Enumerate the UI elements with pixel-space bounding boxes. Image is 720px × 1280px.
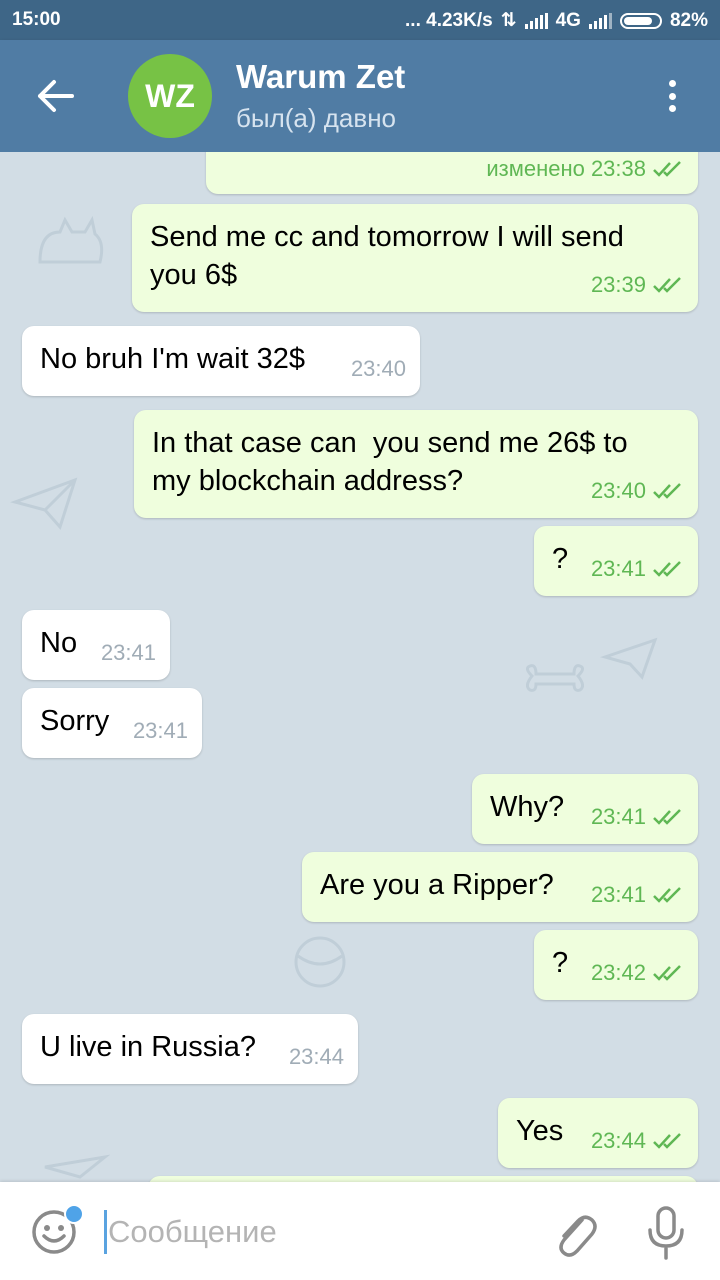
message-time: 23:40 bbox=[590, 478, 646, 503]
message-bubble-incoming[interactable]: Sorry 23:41 bbox=[22, 688, 202, 758]
doodle-cat-icon bbox=[38, 215, 104, 264]
message-meta: 23:44 bbox=[591, 1122, 684, 1160]
battery-percent: 82% bbox=[669, 9, 708, 31]
double-check-icon bbox=[653, 1133, 681, 1149]
message-bubble-outgoing[interactable]: ? 23:42 bbox=[534, 930, 698, 1000]
message-meta: 23:44 bbox=[289, 1038, 344, 1076]
message-bubble-outgoing[interactable]: ? 23:41 bbox=[534, 526, 698, 596]
contact-name[interactable]: Warum Zet bbox=[236, 58, 405, 96]
signal-icon bbox=[524, 12, 548, 29]
message-meta: 23:42 bbox=[591, 954, 684, 992]
message-meta: 23:41 bbox=[591, 876, 684, 914]
message-time: 23:41 bbox=[100, 640, 156, 665]
message-text: U live in Russia? bbox=[40, 1031, 256, 1063]
message-time: 23:40 bbox=[350, 356, 406, 381]
message-time: 23:44 bbox=[590, 1128, 646, 1153]
double-check-icon bbox=[653, 887, 681, 903]
battery-icon bbox=[619, 12, 662, 29]
message-time: 23:41 bbox=[132, 718, 188, 743]
message-meta: 23:40 bbox=[351, 350, 406, 388]
last-seen-status: был(а) давно bbox=[236, 103, 397, 133]
message-text: Are you a Ripper? bbox=[320, 869, 554, 901]
message-time: 23:41 bbox=[590, 556, 646, 581]
chat-header: WZ Warum Zet был(а) давно bbox=[0, 40, 720, 152]
text-cursor bbox=[104, 1210, 107, 1254]
microphone-icon[interactable] bbox=[646, 1206, 686, 1260]
double-check-icon bbox=[653, 277, 681, 293]
more-vertical-icon[interactable] bbox=[660, 76, 684, 116]
message-time: 23:41 bbox=[590, 882, 646, 907]
message-text: Yes bbox=[516, 1115, 564, 1147]
doodle-ball-icon bbox=[294, 936, 346, 988]
message-bubble-outgoing[interactable]: Yes 23:44 bbox=[498, 1098, 698, 1168]
data-arrows-icon: ⇅ bbox=[500, 10, 517, 31]
message-text: ? bbox=[552, 543, 569, 575]
message-composer bbox=[0, 1182, 720, 1280]
double-check-icon bbox=[653, 809, 681, 825]
doodle-plane-icon bbox=[44, 1154, 110, 1179]
signal-icon-2 bbox=[588, 12, 612, 29]
message-bubble-outgoing[interactable]: Why? 23:41 bbox=[472, 774, 698, 844]
doodle-plane-icon bbox=[10, 477, 78, 530]
message-bubble-incoming[interactable]: U live in Russia? 23:44 bbox=[22, 1014, 358, 1084]
doodle-bone-icon bbox=[525, 664, 585, 692]
message-meta: изменено 23:38 bbox=[486, 152, 684, 188]
message-bubble-outgoing[interactable]: Send me cc and tomorrow I will send you … bbox=[132, 204, 698, 312]
message-meta: 23:41 bbox=[101, 634, 156, 672]
message-meta: 23:40 bbox=[591, 472, 684, 510]
arrow-left-icon[interactable] bbox=[36, 78, 76, 114]
message-text: Send me cc and tomorrow I will send you … bbox=[150, 221, 624, 291]
avatar[interactable]: WZ bbox=[128, 54, 212, 138]
message-meta: 23:41 bbox=[133, 712, 188, 750]
message-meta: 23:41 bbox=[591, 798, 684, 836]
message-text: ? bbox=[552, 947, 569, 979]
message-time: 23:41 bbox=[590, 804, 646, 829]
message-text: Sorry bbox=[40, 705, 110, 737]
message-meta: 23:39 bbox=[591, 266, 684, 304]
notification-dot bbox=[64, 1204, 84, 1224]
network-speed: ... 4.23K/s bbox=[405, 9, 493, 31]
paperclip-icon[interactable] bbox=[552, 1208, 598, 1258]
message-input[interactable] bbox=[108, 1210, 528, 1254]
network-type: 4G bbox=[555, 9, 581, 31]
message-text: No bruh I'm wait 32$ bbox=[40, 343, 306, 375]
message-text: No bbox=[40, 627, 78, 659]
status-bar: 15:00 ... 4.23K/s ⇅ 4G 82% bbox=[0, 0, 720, 40]
message-bubble-outgoing[interactable]: Are you a Ripper? 23:41 bbox=[302, 852, 698, 922]
message-bubble-outgoing[interactable]: In that case can you send me 26$ to my b… bbox=[134, 410, 698, 518]
message-meta: 23:41 bbox=[591, 550, 684, 588]
doodle-plane-icon bbox=[600, 637, 658, 680]
message-bubble-incoming[interactable]: No 23:41 bbox=[22, 610, 170, 680]
message-time: 23:42 bbox=[590, 960, 646, 985]
message-bubble-outgoing[interactable]: изменено 23:38 bbox=[206, 152, 698, 194]
double-check-icon bbox=[653, 483, 681, 499]
message-list[interactable]: изменено 23:38 Send me cc and tomorrow I… bbox=[0, 152, 720, 1182]
message-time: изменено 23:38 bbox=[486, 156, 646, 181]
double-check-icon bbox=[653, 561, 681, 577]
message-time: 23:44 bbox=[288, 1044, 344, 1069]
message-text: Why? bbox=[490, 791, 565, 823]
double-check-icon bbox=[653, 965, 681, 981]
message-text: In that case can you send me 26$ to my b… bbox=[152, 427, 628, 497]
status-time: 15:00 bbox=[12, 9, 61, 30]
message-bubble-incoming[interactable]: No bruh I'm wait 32$ 23:40 bbox=[22, 326, 420, 396]
message-time: 23:39 bbox=[590, 272, 646, 297]
double-check-icon bbox=[653, 161, 681, 177]
